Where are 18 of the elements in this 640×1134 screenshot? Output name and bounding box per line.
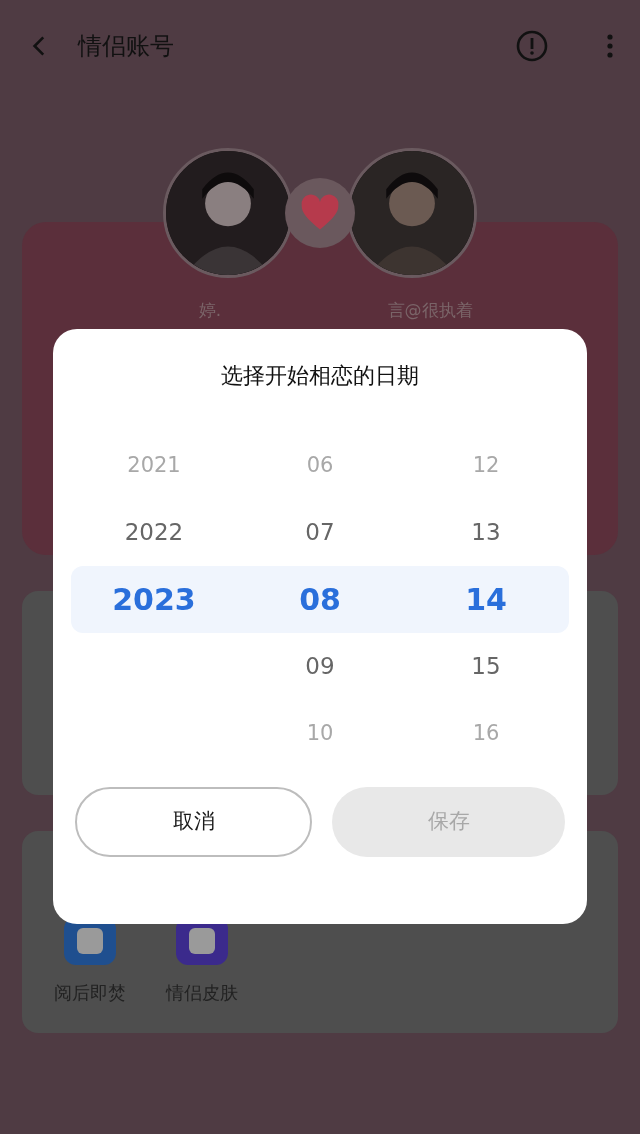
picker-option[interactable]: 06 xyxy=(306,449,334,482)
dialog-title: 选择开始相恋的日期 xyxy=(220,362,420,390)
picker-option[interactable]: 08 xyxy=(299,577,341,622)
picker-option[interactable]: 16 xyxy=(472,717,500,750)
picker-option[interactable]: 2022 xyxy=(124,515,184,550)
picker-option[interactable]: 09 xyxy=(305,649,335,684)
more-icon[interactable] xyxy=(606,33,614,59)
picker-option[interactable]: 12 xyxy=(472,449,500,482)
picker-option[interactable]: 10 xyxy=(306,717,334,750)
picker-option[interactable]: 2021 xyxy=(127,449,181,482)
picker-option[interactable]: 07 xyxy=(305,515,335,550)
picker-option[interactable]: 15 xyxy=(471,649,501,684)
picker-option[interactable]: 2023 xyxy=(112,577,196,622)
page-title: 情侣账号 xyxy=(78,31,174,62)
info-icon[interactable] xyxy=(516,30,548,62)
picker-option[interactable]: 13 xyxy=(471,515,501,550)
picker-option[interactable]: 14 xyxy=(465,577,507,622)
cancel-button[interactable]: 取消 xyxy=(75,787,312,857)
